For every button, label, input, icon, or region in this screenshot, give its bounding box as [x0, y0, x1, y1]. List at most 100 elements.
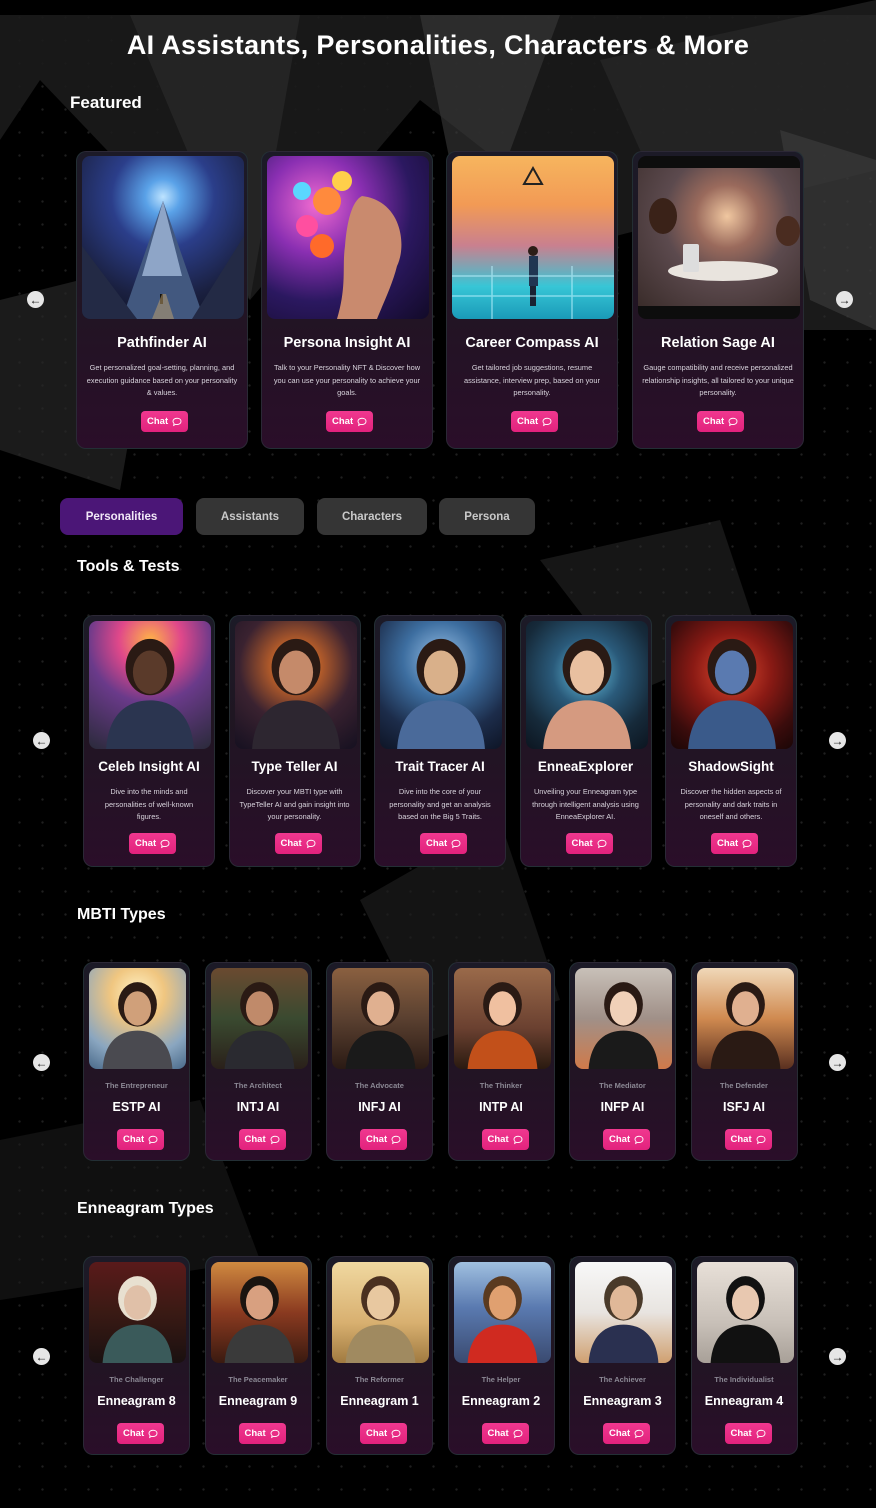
chat-bubble-icon — [270, 1429, 280, 1438]
mbti-card[interactable]: The Architect INTJ AI Chat — [204, 962, 312, 1161]
tool-card[interactable]: Trait Tracer AI Dive into the core of you… — [374, 615, 506, 867]
chat-button[interactable]: Chat — [603, 1423, 651, 1444]
card-name: Pathfinder AI — [117, 335, 207, 351]
chat-bubble-icon — [148, 1429, 158, 1438]
arrow-right-icon: → — [838, 292, 851, 307]
card-name: INTJ AI — [236, 1100, 280, 1114]
brunette-woman-image — [575, 968, 672, 1069]
chat-button[interactable]: Chat — [724, 1423, 772, 1444]
chat-button[interactable]: Chat — [360, 1129, 408, 1150]
card-subtitle: The Mediator — [599, 1081, 646, 1090]
card-name: Relation Sage AI — [661, 335, 775, 351]
chat-button[interactable]: Chat — [481, 1423, 529, 1444]
chat-button[interactable]: Chat — [603, 1129, 651, 1150]
enneagram-next-arrow-button[interactable]: → — [829, 1348, 846, 1365]
card-name: Enneagram 3 — [583, 1394, 662, 1408]
enneagram-card[interactable]: The Challenger Enneagram 8 Chat — [83, 1256, 190, 1455]
chat-bubble-icon — [634, 1429, 644, 1438]
featured-card-pathfinder[interactable]: Pathfinder AI Get personalized goal-sett… — [76, 151, 248, 449]
tool-card[interactable]: Celeb Insight AI Dive into the minds and … — [83, 615, 215, 867]
featured-next-arrow-button[interactable]: → — [836, 291, 853, 308]
chat-bubble-icon — [391, 1135, 401, 1144]
chat-button[interactable]: Chat — [238, 1129, 286, 1150]
enneagram-card[interactable]: The Reformer Enneagram 1 Chat — [326, 1256, 433, 1455]
woman-glow-image — [525, 621, 648, 749]
chat-button[interactable]: Chat — [238, 1423, 286, 1444]
card-name: Enneagram 2 — [461, 1394, 541, 1408]
tool-card[interactable]: ShadowSight Discover the hidden aspects o… — [665, 615, 797, 867]
tab-persona[interactable]: Persona — [439, 498, 535, 535]
cosmic-mountain-image — [82, 156, 244, 319]
card-description: Discover the hidden aspects of personali… — [680, 787, 782, 821]
chat-button[interactable]: Chat — [274, 833, 322, 854]
tab-assistants[interactable]: Assistants — [196, 498, 304, 535]
chat-bubble-icon — [756, 1429, 766, 1438]
arrow-left-icon: ← — [35, 733, 48, 748]
mbti-next-arrow-button[interactable]: → — [829, 1054, 846, 1071]
chat-button[interactable]: Chat — [420, 833, 468, 854]
tools-next-arrow-button[interactable]: → — [829, 732, 846, 749]
card-description: Get tailored job suggestions, resume ass… — [464, 363, 600, 397]
enneagram-card[interactable]: The Peacemaker Enneagram 9 Chat — [204, 1256, 312, 1455]
mbti-card[interactable]: The Defender ISFJ AI Chat — [690, 962, 798, 1161]
sunglasses-man-image — [89, 968, 186, 1069]
celebrity-group-image — [89, 621, 211, 749]
card-subtitle: The Architect — [234, 1081, 282, 1090]
chat-button[interactable]: Chat — [117, 1423, 165, 1444]
card-name: ESTP AI — [112, 1100, 161, 1114]
arrow-right-icon: → — [831, 1055, 844, 1070]
tool-card[interactable]: EnneaExplorer Unveiling your Enneagram ty… — [519, 615, 652, 867]
mbti-prev-arrow-button[interactable]: ← — [33, 1054, 50, 1071]
mbti-card[interactable]: The Thinker INTP AI Chat — [447, 962, 555, 1161]
card-name: Career Compass AI — [465, 335, 599, 351]
card-name: Type Teller AI — [251, 759, 338, 774]
chat-button[interactable]: Chat — [141, 411, 189, 432]
card-description: Gauge compatibility and receive personal… — [642, 363, 794, 397]
mbti-card[interactable]: The Advocate INFJ AI Chat — [326, 962, 433, 1161]
featured-card-persona-insight[interactable]: Persona Insight AI Talk to your Personal… — [261, 151, 433, 449]
chat-button[interactable]: Chat — [129, 833, 177, 854]
featured-card-career-compass[interactable]: Career Compass AI Get tailored job sugge… — [446, 151, 618, 449]
chat-bubble-icon — [451, 839, 461, 848]
chat-bubble-icon — [756, 1135, 766, 1144]
enneagram-card[interactable]: The Individualist Enneagram 4 Chat — [690, 1256, 798, 1455]
featured-prev-arrow-button[interactable]: ← — [27, 291, 44, 308]
chat-button[interactable]: Chat — [326, 411, 374, 432]
chat-button[interactable]: Chat — [697, 411, 745, 432]
card-name: ShadowSight — [688, 759, 774, 774]
featured-card-relation-sage[interactable]: Relation Sage AI Gauge compatibility and… — [632, 151, 804, 449]
tab-personalities[interactable]: Personalities — [60, 498, 183, 535]
chat-button[interactable]: Chat — [117, 1129, 165, 1150]
card-description: Talk to your Personality NFT & Discover … — [273, 363, 421, 397]
tab-characters[interactable]: Characters — [317, 498, 427, 535]
chat-button[interactable]: Chat — [481, 1129, 529, 1150]
card-name: INFJ AI — [358, 1100, 401, 1114]
card-description: Dive into the core of your personality a… — [389, 787, 491, 821]
chat-button[interactable]: Chat — [360, 1423, 408, 1444]
page-title: AI Assistants, Personalities, Characters… — [126, 30, 750, 60]
chat-button[interactable]: Chat — [711, 833, 759, 854]
chat-button[interactable]: Chat — [565, 833, 613, 854]
mbti-card[interactable]: The Mediator INFP AI Chat — [569, 962, 676, 1161]
chat-bubble-icon — [742, 839, 752, 848]
mbti-card[interactable]: The Entrepreneur ESTP AI Chat — [83, 962, 190, 1161]
enneagram-prev-arrow-button[interactable]: ← — [33, 1348, 50, 1365]
tools-prev-arrow-button[interactable]: ← — [33, 732, 50, 749]
enneagram-card[interactable]: The Helper Enneagram 2 Chat — [447, 1256, 555, 1455]
red-shirt-man-image — [453, 1262, 551, 1363]
tool-card[interactable]: Type Teller AI Discover your MBTI type wi… — [228, 615, 361, 867]
enneagram-card[interactable]: The Achiever Enneagram 3 Chat — [569, 1256, 676, 1455]
card-subtitle: The Defender — [720, 1081, 768, 1090]
chat-button[interactable]: Chat — [511, 411, 559, 432]
chat-bubble-icon — [270, 1135, 280, 1144]
chat-button[interactable]: Chat — [724, 1129, 772, 1150]
card-name: EnneaExplorer — [537, 759, 634, 774]
suit-man-image — [575, 1262, 672, 1363]
card-name: Celeb Insight AI — [98, 759, 200, 774]
card-name: ISFJ AI — [723, 1100, 765, 1114]
card-name: Persona Insight AI — [283, 335, 411, 351]
smiling-man-image — [210, 1262, 308, 1363]
arrow-left-icon: ← — [35, 1349, 48, 1364]
arrow-left-icon: ← — [35, 1055, 48, 1070]
arrow-left-icon: ← — [29, 292, 42, 307]
